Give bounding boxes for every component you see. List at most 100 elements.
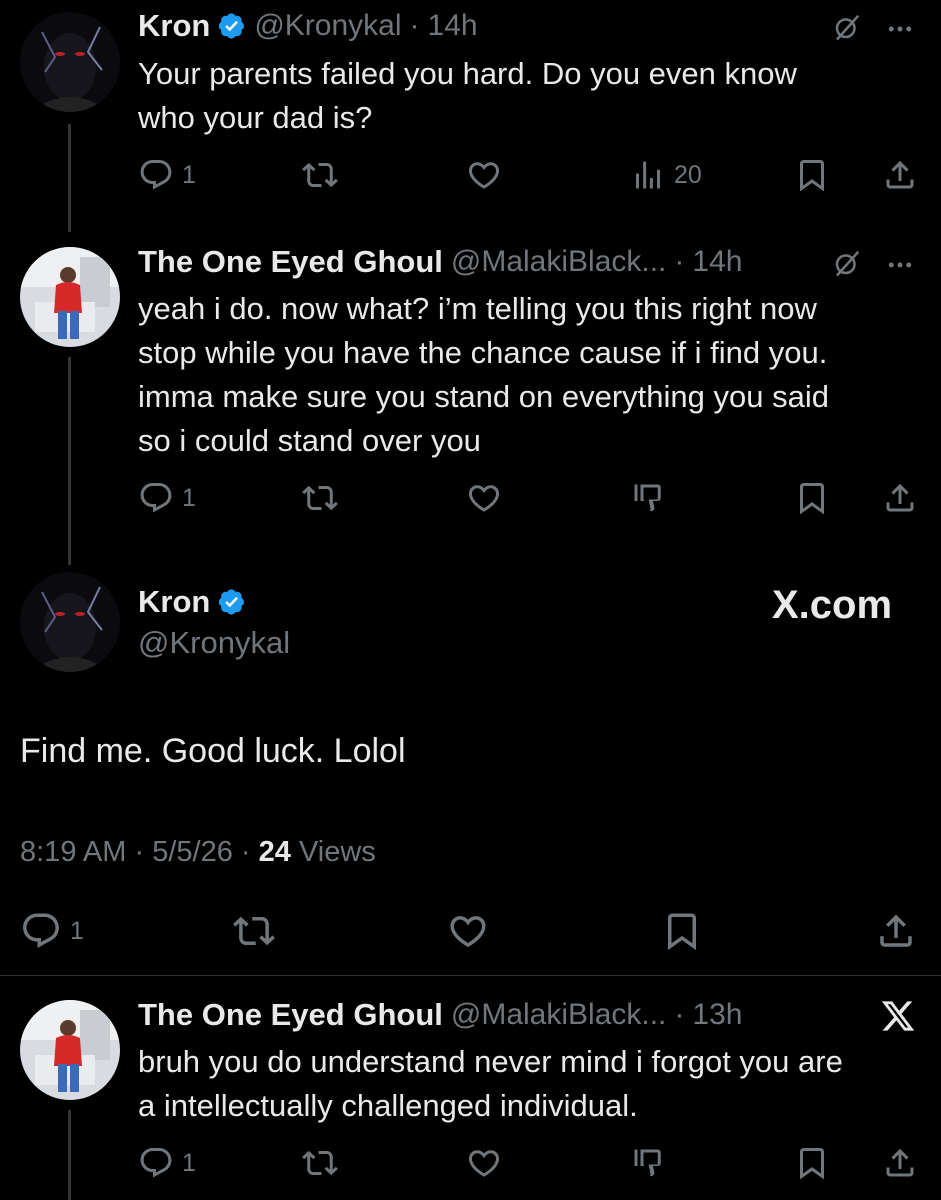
avatar[interactable] xyxy=(20,1000,120,1100)
tweet-header: The One Eyed Ghoul @MalakiBlack... · 14h xyxy=(138,240,742,284)
more-options-icon[interactable] xyxy=(885,250,915,280)
author-name[interactable]: Kron xyxy=(138,8,210,44)
views-label: Views xyxy=(298,836,376,868)
divider xyxy=(0,975,941,976)
author-handle[interactable]: @Kronykal xyxy=(254,9,401,43)
avatar[interactable] xyxy=(20,247,120,347)
avatar[interactable] xyxy=(20,572,120,672)
more-options-icon[interactable] xyxy=(885,14,915,44)
like-button[interactable] xyxy=(466,157,502,193)
tweet-text-line: who your dad is? xyxy=(138,100,373,135)
tweet-text-line: a intellectually challenged individual. xyxy=(138,1088,638,1123)
timestamp[interactable]: 14h xyxy=(428,9,478,43)
like-button[interactable] xyxy=(466,1145,502,1181)
author-handle[interactable]: @MalakiBlack... xyxy=(451,245,667,279)
views-count: 20 xyxy=(674,160,702,189)
tweet-text-line: so i could stand over you xyxy=(138,423,481,458)
tweet-text-line: imma make sure you stand on everything y… xyxy=(138,379,829,414)
heart-icon xyxy=(466,157,502,193)
reply-button[interactable]: 1 xyxy=(138,480,196,516)
share-icon xyxy=(882,1145,918,1181)
heart-icon xyxy=(466,1145,502,1181)
retweet-button[interactable] xyxy=(233,910,275,952)
bookmark-button[interactable] xyxy=(794,157,830,193)
heart-icon xyxy=(447,910,489,952)
watermark: X.com xyxy=(772,583,893,627)
timestamp[interactable]: 14h xyxy=(692,245,742,279)
author-name[interactable]: The One Eyed Ghoul xyxy=(138,997,443,1033)
bookmark-icon xyxy=(661,910,703,952)
share-button[interactable] xyxy=(875,910,917,952)
separator: · xyxy=(674,245,685,278)
dislike-icon xyxy=(630,1145,666,1181)
verified-badge-icon xyxy=(218,12,246,40)
heart-icon xyxy=(466,480,502,516)
separator: · xyxy=(674,998,685,1031)
bookmark-button[interactable] xyxy=(794,480,830,516)
bookmark-icon xyxy=(794,480,830,516)
thread-line xyxy=(68,1110,71,1200)
tweet-meta: 8:19 AM · 5/5/26 · 24 Views xyxy=(20,836,376,869)
separator: · xyxy=(240,836,251,868)
tweet-text: bruh you do understand never mind i forg… xyxy=(138,1040,928,1128)
tweet-text-line: bruh you do understand never mind i forg… xyxy=(138,1044,843,1079)
thread-line xyxy=(68,357,71,565)
verified-badge-icon xyxy=(218,588,246,616)
author-name[interactable]: The One Eyed Ghoul xyxy=(138,244,443,280)
bookmark-icon xyxy=(794,1145,830,1181)
tweet-text-line: yeah i do. now what? i’m telling you thi… xyxy=(138,291,817,326)
bookmark-icon xyxy=(794,157,830,193)
reply-icon xyxy=(138,1145,174,1181)
share-icon xyxy=(882,157,918,193)
retweet-icon xyxy=(302,480,338,516)
retweet-icon xyxy=(302,157,338,193)
timestamp[interactable]: 13h xyxy=(692,998,742,1032)
reply-button[interactable]: 1 xyxy=(138,157,196,193)
bookmark-button[interactable] xyxy=(794,1145,830,1181)
views-count: 24 xyxy=(258,836,291,868)
tweet-text: yeah i do. now what? i’m telling you thi… xyxy=(138,287,928,463)
tweet-text-line: Your parents failed you hard. Do you eve… xyxy=(138,56,797,91)
reply-button[interactable]: 1 xyxy=(20,910,84,952)
share-button[interactable] xyxy=(882,157,918,193)
reply-icon xyxy=(138,480,174,516)
tweet-time[interactable]: 8:19 AM xyxy=(20,836,126,868)
dislike-button[interactable] xyxy=(630,480,666,516)
views-button[interactable]: 20 xyxy=(630,157,702,193)
retweet-button[interactable] xyxy=(302,1145,338,1181)
tweet-date[interactable]: 5/5/26 xyxy=(152,836,233,868)
reply-count: 1 xyxy=(182,483,196,512)
separator: · xyxy=(134,836,145,868)
tweet-text: Your parents failed you hard. Do you eve… xyxy=(138,52,928,140)
tweet-header: Kron xyxy=(138,580,246,624)
like-button[interactable] xyxy=(447,910,489,952)
author-name[interactable]: Kron xyxy=(138,584,210,620)
reply-icon xyxy=(20,910,62,952)
reply-count: 1 xyxy=(182,1148,196,1177)
tweet-text-line: stop while you have the chance cause if … xyxy=(138,335,828,370)
reply-count: 1 xyxy=(182,160,196,189)
reply-count: 1 xyxy=(70,916,84,945)
grok-icon[interactable] xyxy=(832,12,862,42)
retweet-button[interactable] xyxy=(302,157,338,193)
reply-button[interactable]: 1 xyxy=(138,1145,196,1181)
tweet-text: Find me. Good luck. Lolol xyxy=(20,732,406,770)
share-button[interactable] xyxy=(882,480,918,516)
like-button[interactable] xyxy=(466,480,502,516)
separator: · xyxy=(409,9,420,42)
author-handle[interactable]: @Kronykal xyxy=(138,625,290,661)
dislike-button[interactable] xyxy=(630,1145,666,1181)
thread-line xyxy=(68,124,71,232)
share-button[interactable] xyxy=(882,1145,918,1181)
tweet-header: The One Eyed Ghoul @MalakiBlack... · 13h xyxy=(138,993,742,1037)
avatar[interactable] xyxy=(20,12,120,112)
retweet-button[interactable] xyxy=(302,480,338,516)
share-icon xyxy=(875,910,917,952)
reply-icon xyxy=(138,157,174,193)
bookmark-button[interactable] xyxy=(661,910,703,952)
author-handle[interactable]: @MalakiBlack... xyxy=(451,998,667,1032)
x-logo-icon[interactable] xyxy=(880,998,916,1034)
grok-icon[interactable] xyxy=(832,248,862,278)
tweet-header: Kron @Kronykal · 14h xyxy=(138,4,478,48)
dislike-icon xyxy=(630,480,666,516)
